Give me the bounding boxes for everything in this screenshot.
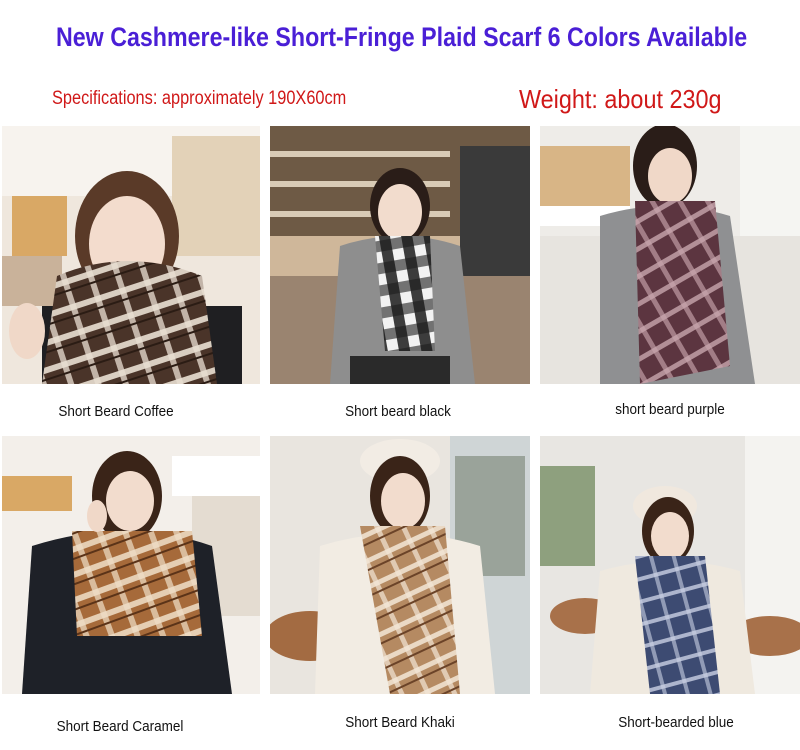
caption-coffee: Short Beard Coffee (58, 403, 174, 420)
caption-purple: short beard purple (615, 401, 725, 418)
caption-caramel: Short Beard Caramel (56, 718, 184, 735)
product-photo-blue[interactable] (540, 436, 800, 694)
caption-black: Short beard black (345, 403, 451, 420)
product-photo-purple[interactable] (540, 126, 800, 384)
caption-khaki: Short Beard Khaki (345, 714, 455, 731)
specifications-text: Specifications: approximately 190X60cm (52, 88, 347, 109)
page-title: New Cashmere-like Short-Fringe Plaid Sca… (56, 22, 748, 52)
product-photo-coffee[interactable] (2, 126, 260, 384)
weight-text: Weight: about 230g (519, 84, 722, 114)
product-photo-khaki[interactable] (270, 436, 530, 694)
caption-blue: Short-bearded blue (618, 714, 734, 731)
product-photo-black[interactable] (270, 126, 530, 384)
product-photo-caramel[interactable] (2, 436, 260, 694)
